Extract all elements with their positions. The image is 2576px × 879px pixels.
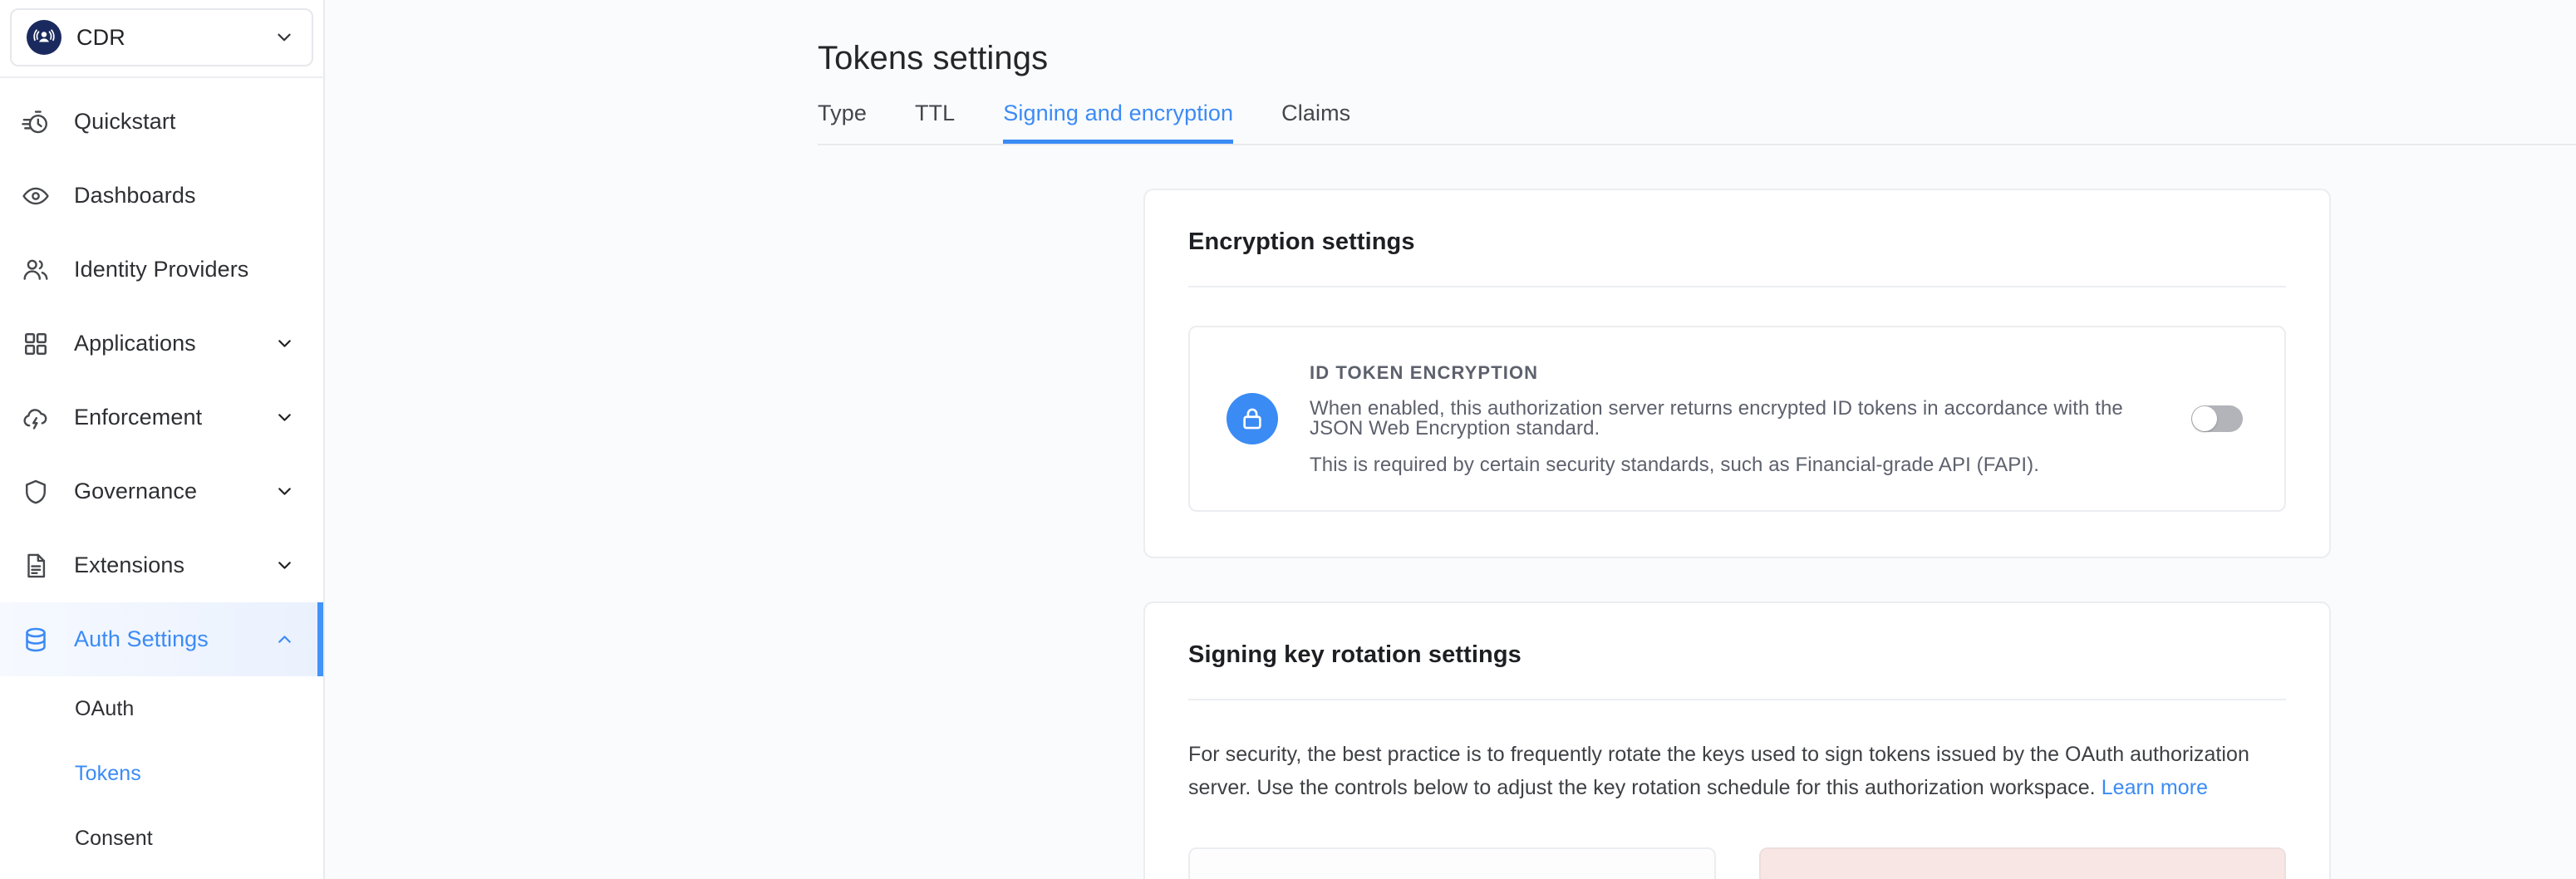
sidebar-item-label: Dashboards: [74, 183, 196, 208]
tab-type[interactable]: Type: [818, 101, 867, 144]
tab-ttl[interactable]: TTL: [915, 101, 955, 144]
lock-icon: [1227, 393, 1278, 444]
sidebar-item-enforcement[interactable]: Enforcement: [0, 381, 323, 454]
encryption-settings-card: Encryption settings ID TOKEN ENCRYPTION: [1143, 189, 2331, 558]
chevron-up-icon[interactable]: [274, 629, 295, 650]
sidebar-subitem-consent[interactable]: Consent: [0, 806, 323, 871]
document-lines-icon: [18, 548, 53, 583]
settings-content: Encryption settings ID TOKEN ENCRYPTION: [325, 189, 2576, 879]
manual-rotation-column: Manual key rotation: [1758, 847, 2286, 879]
app-root: CDR Quickstart Dashboards Identity Provi…: [0, 0, 2576, 879]
encryption-card-title: Encryption settings: [1188, 228, 1415, 255]
chevron-down-icon[interactable]: [274, 481, 295, 502]
org-name: CDR: [76, 24, 125, 50]
manual-key-rotation-panel: Manual key rotation: [1758, 847, 2286, 879]
database-icon: [18, 622, 53, 657]
sidebar-item-label: Auth Settings: [74, 626, 209, 651]
sidebar-subitem-oauth[interactable]: OAuth: [0, 676, 323, 741]
sidebar-item-quickstart[interactable]: Quickstart: [0, 85, 323, 159]
shield-icon: [18, 474, 53, 509]
users-icon: [18, 253, 53, 287]
sidebar-item-label: Extensions: [74, 552, 185, 577]
rotation-description-text: For security, the best practice is to fr…: [1188, 743, 2249, 799]
automatic-key-rotation-panel: Automatic key rotation Inactive: [1188, 847, 1716, 879]
chevron-down-icon[interactable]: [273, 27, 295, 48]
sidebar-item-dashboards[interactable]: Dashboards: [0, 159, 323, 233]
cloud-lightning-icon: [18, 400, 53, 435]
tab-bar: Type TTL Signing and encryption Claims: [818, 101, 2576, 145]
sidebar-item-label: Identity Providers: [74, 257, 249, 282]
tab-signing-and-encryption[interactable]: Signing and encryption: [1003, 101, 1234, 144]
id-token-encryption-description-2: This is required by certain security sta…: [1310, 454, 2040, 476]
chevron-down-icon[interactable]: [274, 407, 295, 428]
rotation-description: For security, the best practice is to fr…: [1145, 700, 2329, 804]
grid-icon: [18, 327, 53, 361]
sidebar-item-extensions[interactable]: Extensions: [0, 528, 323, 602]
sidebar-item-identity-providers[interactable]: Identity Providers: [0, 233, 323, 307]
sidebar-item-label: Enforcement: [74, 405, 203, 430]
org-switcher[interactable]: CDR: [10, 8, 313, 66]
automatic-rotation-column: Automatic key rotation Inactive: [1188, 847, 1716, 879]
rotation-columns: Automatic key rotation Inactive Manual k…: [1145, 804, 2329, 879]
sidebar-subitem-tokens[interactable]: Tokens: [0, 741, 323, 806]
toggle-knob: [2192, 406, 2217, 431]
learn-more-link[interactable]: Learn more: [2102, 776, 2208, 799]
sidebar-item-label: Governance: [74, 479, 198, 503]
chevron-down-icon[interactable]: [274, 555, 295, 576]
tab-claims[interactable]: Claims: [1281, 101, 1350, 144]
id-token-encryption-description-1: When enabled, this authorization server …: [1310, 397, 2123, 440]
rotation-card-title: Signing key rotation settings: [1188, 641, 1522, 668]
org-switcher-container: CDR: [0, 0, 323, 78]
sidebar-item-label: Applications: [74, 331, 196, 356]
manual-key-rotation-title: Manual key rotation: [1760, 849, 2284, 879]
page-title: Tokens settings: [818, 40, 1049, 76]
signing-key-rotation-card: Signing key rotation settings For securi…: [1143, 602, 2331, 879]
id-token-encryption-label: ID TOKEN ENCRYPTION: [1310, 362, 1539, 383]
eye-icon: [18, 179, 53, 214]
sidebar-nav: Quickstart Dashboards Identity Providers: [0, 78, 323, 871]
sidebar-item-auth-settings[interactable]: Auth Settings: [0, 602, 323, 676]
id-token-encryption-panel: ID TOKEN ENCRYPTION When enabled, this a…: [1188, 326, 2286, 512]
sidebar-item-applications[interactable]: Applications: [0, 307, 323, 381]
chevron-down-icon[interactable]: [274, 333, 295, 354]
sidebar-item-governance[interactable]: Governance: [0, 454, 323, 528]
sidebar: CDR Quickstart Dashboards Identity Provi…: [0, 0, 325, 879]
encryption-card-body: ID TOKEN ENCRYPTION When enabled, this a…: [1145, 287, 2329, 557]
main-content: Tokens settings Type TTL Signing and enc…: [325, 0, 2576, 879]
fingerprint-person-icon: [27, 20, 61, 55]
stopwatch-icon: [18, 105, 53, 140]
sidebar-item-label: Quickstart: [74, 109, 176, 134]
id-token-encryption-text: ID TOKEN ENCRYPTION When enabled, this a…: [1310, 362, 2160, 475]
id-token-encryption-toggle[interactable]: [2191, 405, 2243, 432]
page-header: Tokens settings Type TTL Signing and enc…: [325, 0, 2576, 145]
